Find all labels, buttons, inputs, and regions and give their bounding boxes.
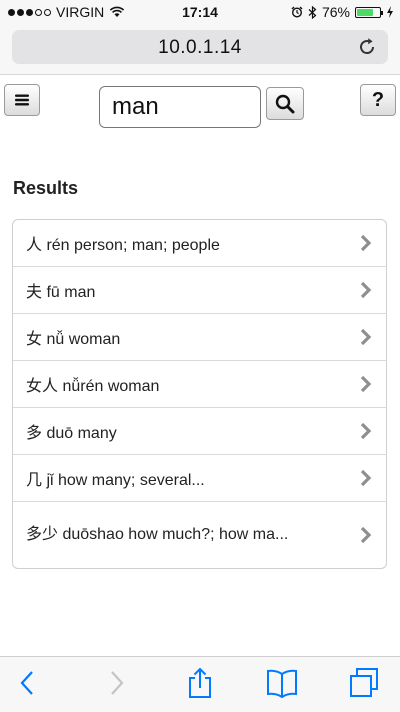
chevron-right-icon bbox=[360, 526, 372, 544]
charging-bolt-icon bbox=[387, 6, 393, 18]
chevron-right-icon bbox=[360, 375, 372, 393]
chevron-right-icon bbox=[360, 234, 372, 252]
results-list: 人 rén person; man; people 夫 fū man 女 nǚ … bbox=[12, 219, 387, 569]
reload-icon[interactable] bbox=[356, 36, 378, 58]
battery-icon bbox=[355, 6, 383, 18]
result-text: 多少 duōshao how much?; how ma... bbox=[26, 526, 289, 543]
list-item[interactable]: 女 nǚ woman bbox=[13, 314, 386, 361]
share-icon[interactable] bbox=[184, 667, 216, 699]
result-text: 几 jǐ how many; several... bbox=[26, 472, 205, 489]
result-text: 女人 nǚrén woman bbox=[26, 378, 160, 395]
battery-percent: 76% bbox=[321, 4, 350, 20]
browser-address-area: 10.0.1.14 bbox=[0, 24, 400, 75]
list-item[interactable]: 多 duō many bbox=[13, 408, 386, 455]
result-text: 人 rén person; man; people bbox=[26, 237, 220, 254]
status-bar: VIRGIN 17:14 76% bbox=[0, 0, 400, 24]
search-button[interactable] bbox=[266, 87, 304, 120]
status-right: 76% bbox=[291, 4, 394, 20]
results-heading: Results bbox=[13, 178, 79, 198]
tabs-icon[interactable] bbox=[348, 667, 380, 699]
menu-button[interactable] bbox=[4, 84, 40, 116]
search-input[interactable] bbox=[99, 86, 261, 128]
bookmarks-icon[interactable] bbox=[266, 667, 298, 699]
list-item[interactable]: 夫 fū man bbox=[13, 267, 386, 314]
address-url[interactable]: 10.0.1.14 bbox=[12, 37, 388, 59]
browser-toolbar bbox=[0, 656, 400, 712]
list-item[interactable]: 女人 nǚrén woman bbox=[13, 361, 386, 408]
address-bar[interactable]: 10.0.1.14 bbox=[12, 30, 388, 64]
alarm-clock-icon bbox=[291, 6, 303, 18]
chevron-right-icon bbox=[360, 281, 372, 299]
result-text: 夫 fū man bbox=[26, 284, 96, 301]
battery-level-fill bbox=[357, 8, 374, 16]
forward-icon[interactable] bbox=[100, 667, 132, 699]
list-item[interactable]: 多少 duōshao how much?; how ma... bbox=[13, 502, 386, 568]
bluetooth-icon bbox=[308, 5, 317, 19]
search-icon bbox=[275, 94, 295, 113]
result-text: 女 nǚ woman bbox=[26, 331, 121, 348]
chevron-right-icon bbox=[360, 328, 372, 346]
hamburger-menu-icon bbox=[15, 94, 29, 106]
list-item[interactable]: 人 rén person; man; people bbox=[13, 220, 386, 267]
chevron-right-icon bbox=[360, 422, 372, 440]
chevron-right-icon bbox=[360, 469, 372, 487]
result-text: 多 duō many bbox=[26, 425, 117, 442]
list-item[interactable]: 几 jǐ how many; several... bbox=[13, 455, 386, 502]
help-button[interactable]: ? bbox=[360, 84, 396, 116]
back-icon[interactable] bbox=[12, 667, 44, 699]
